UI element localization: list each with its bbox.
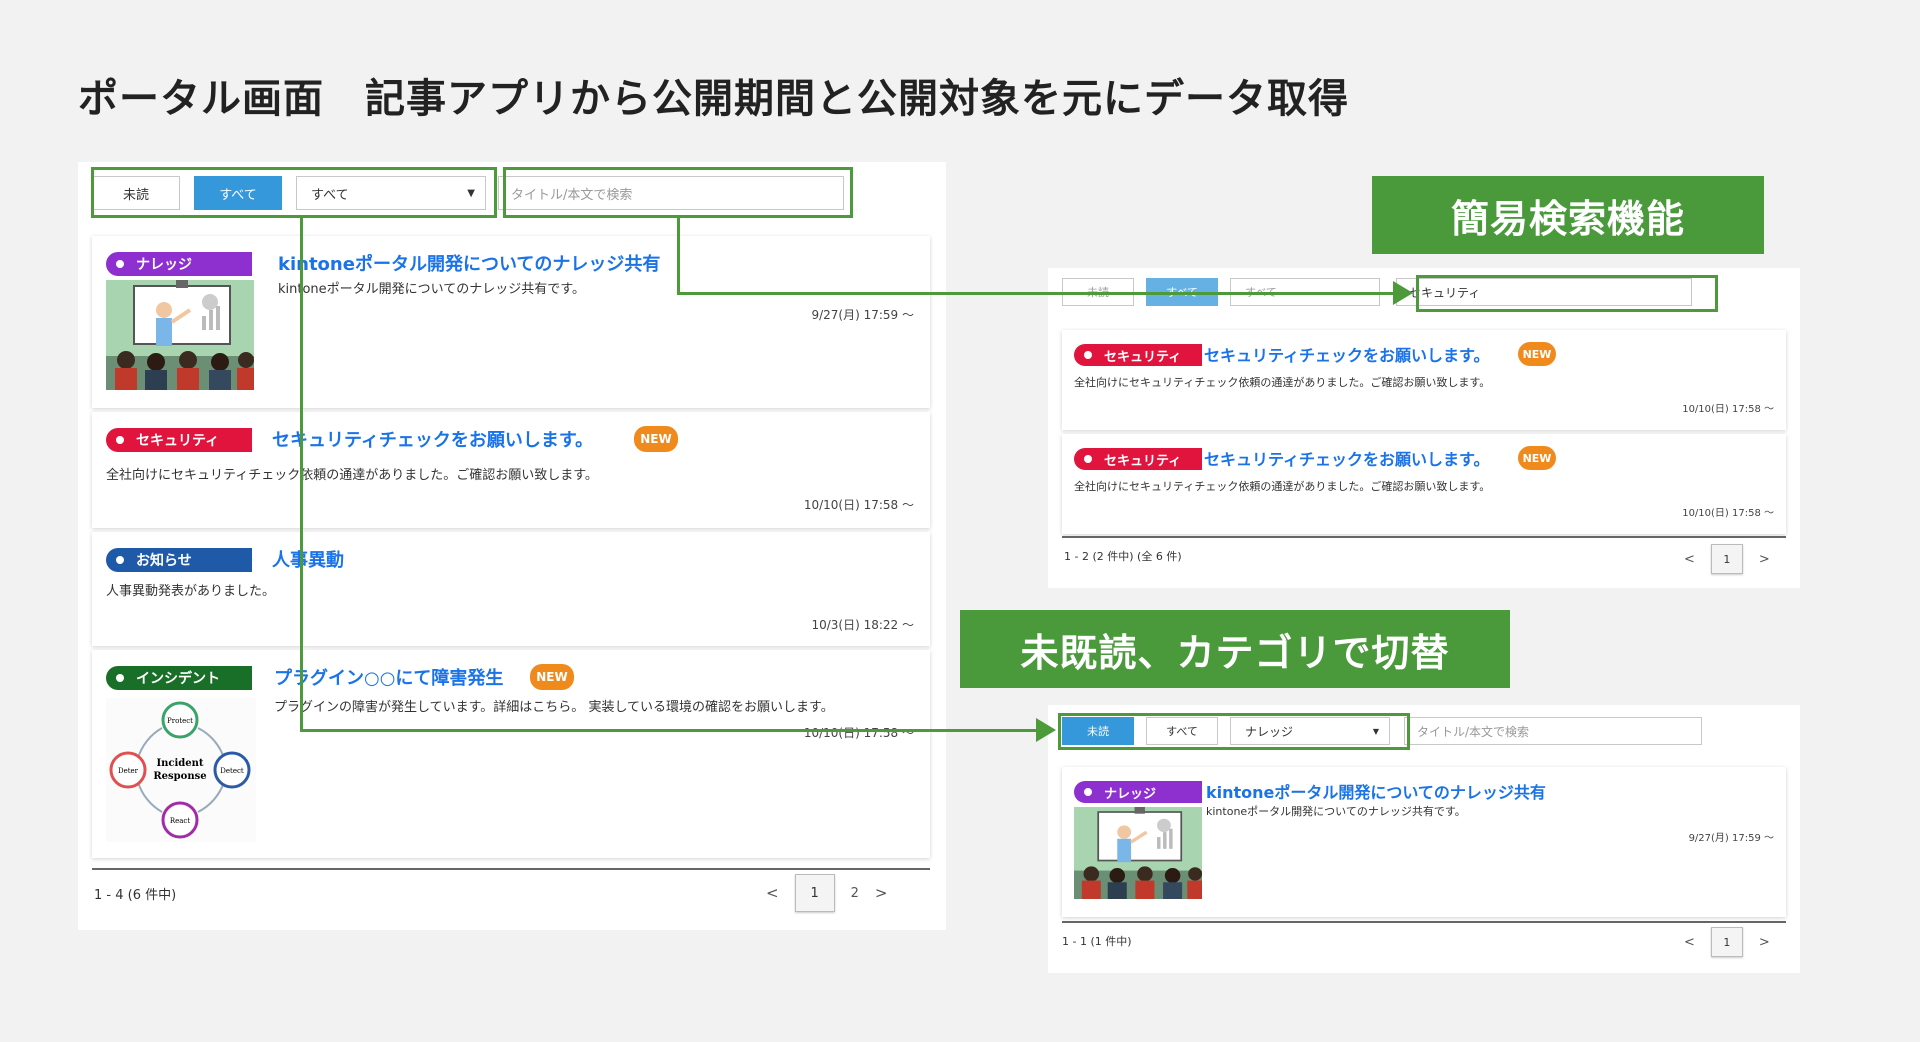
pagination-page-2[interactable]: 2 — [851, 886, 859, 901]
filter-highlight-box — [91, 167, 497, 218]
article-card[interactable]: お知らせ 人事異動 人事異動発表がありました。 10/3(日) 18:22 ～ — [92, 532, 930, 646]
article-card[interactable]: セキュリティ セキュリティチェックをお願いします。 NEW 全社向けにセキュリテ… — [1062, 330, 1786, 430]
pagination: < 1 > — [1684, 544, 1770, 574]
article-date: 10/10(日) 17:58 ～ — [1682, 404, 1774, 415]
article-title-link[interactable]: 人事異動 — [272, 546, 344, 572]
pagination-info: 1 - 4 (6 件中) — [94, 888, 177, 903]
new-badge: NEW — [634, 426, 678, 452]
category-badge: セキュリティ — [106, 428, 252, 452]
arrow-right-icon — [1036, 718, 1056, 742]
slide-title: ポータル画面 記事アプリから公開期間と公開対象を元にデータ取得 — [78, 76, 1349, 122]
diagram-center-label: Response — [153, 771, 206, 782]
portal-main-panel: 未読 すべて すべて ▼ タイトル/本文で検索 ナレッジ kintoneポータル… — [78, 162, 946, 930]
article-card[interactable]: セキュリティ セキュリティチェックをお願いします。 NEW 全社向けにセキュリテ… — [1062, 434, 1786, 534]
pagination-next-icon[interactable]: > — [1759, 935, 1770, 950]
pagination-next-icon[interactable]: > — [1759, 552, 1770, 567]
new-badge: NEW — [1518, 342, 1556, 366]
article-card[interactable]: セキュリティ セキュリティチェックをお願いします。 NEW 全社向けにセキュリテ… — [92, 412, 930, 528]
diagram-detect-label: Detect — [220, 767, 244, 775]
pagination-next-icon[interactable]: > — [875, 884, 888, 902]
article-date: 10/10(日) 17:58 ～ — [1682, 508, 1774, 519]
search-input[interactable]: タイトル/本文で検索 — [1404, 717, 1702, 745]
presentation-illustration — [106, 280, 254, 390]
article-card[interactable]: ナレッジ kintoneポータル開発についてのナレッジ共有 kintoneポータ… — [1062, 767, 1786, 917]
pagination-info: 1 - 1 (1 件中) — [1062, 935, 1132, 948]
divider — [1062, 536, 1786, 538]
presentation-illustration — [1074, 807, 1202, 899]
article-summary: 全社向けにセキュリティチェック依頼の通達がありました。ご確認お願い致します。 — [106, 468, 598, 483]
search-result-highlight-box — [1416, 275, 1718, 312]
article-date: 10/10(日) 17:58 ～ — [803, 498, 914, 512]
connector-line — [300, 218, 303, 731]
article-title-link[interactable]: kintoneポータル開発についてのナレッジ共有 — [1206, 779, 1546, 803]
search-feature-label: 簡易検索機能 — [1372, 176, 1764, 254]
article-title-link[interactable]: セキュリティチェックをお願いします。 — [1204, 342, 1489, 366]
article-date: 10/3(日) 18:22 ～ — [811, 618, 914, 632]
diagram-center-label: Incident — [156, 758, 203, 769]
divider — [92, 868, 930, 870]
divider — [1062, 921, 1786, 923]
pagination: < 1 > — [1684, 927, 1770, 957]
pagination: < 1 2 > — [766, 874, 887, 912]
article-summary: 人事異動発表がありました。 — [106, 584, 276, 599]
article-date: 10/10(日) 17:58 ～ — [803, 726, 914, 740]
article-date: 9/27(月) 17:59 ～ — [811, 308, 914, 322]
article-summary: 全社向けにセキュリティチェック依頼の通達がありました。ご確認お願い致します。 — [1074, 376, 1491, 389]
article-title-link[interactable]: プラグイン○○にて障害発生 — [274, 664, 503, 690]
pagination-current-page[interactable]: 1 — [1710, 544, 1743, 574]
incident-response-diagram: Protect Detect React Deter Incident Resp… — [106, 698, 256, 842]
article-title-link[interactable]: kintoneポータル開発についてのナレッジ共有 — [278, 250, 660, 276]
article-summary: kintoneポータル開発についてのナレッジ共有です。 — [1206, 805, 1466, 818]
article-summary: プラグインの障害が発生しています。詳細はこちら。 実装している環境の確認をお願い… — [274, 700, 834, 715]
pagination-info: 1 - 2 (2 件中) (全 6 件) — [1064, 550, 1182, 563]
pagination-prev-icon[interactable]: < — [766, 884, 779, 902]
diagram-deter-label: Deter — [118, 767, 139, 775]
new-badge: NEW — [1518, 446, 1556, 470]
article-title-link[interactable]: セキュリティチェックをお願いします。 — [1204, 446, 1489, 470]
category-badge: セキュリティ — [1074, 344, 1202, 366]
article-summary: 全社向けにセキュリティチェック依頼の通達がありました。ご確認お願い致します。 — [1074, 480, 1491, 493]
category-badge: インシデント — [106, 666, 252, 690]
category-badge: ナレッジ — [106, 252, 252, 276]
connector-line — [300, 729, 1036, 732]
article-date: 9/27(月) 17:59 ～ — [1688, 833, 1774, 844]
connector-line — [677, 218, 680, 294]
diagram-react-label: React — [170, 817, 191, 825]
category-badge: ナレッジ — [1074, 781, 1202, 803]
filter-result-highlight-box — [1058, 713, 1410, 750]
filter-feature-label: 未既読、カテゴリで切替 — [960, 610, 1510, 688]
article-title-link[interactable]: セキュリティチェックをお願いします。 — [272, 426, 593, 452]
category-badge: お知らせ — [106, 548, 252, 572]
connector-line — [677, 292, 1393, 295]
pagination-prev-icon[interactable]: < — [1684, 552, 1695, 567]
search-result-panel: 未読 すべて すべて セキュリティ セキュリティ セキュリティチェックをお願いし… — [1048, 268, 1800, 588]
article-summary: kintoneポータル開発についてのナレッジ共有です。 — [278, 282, 585, 297]
pagination-current-page[interactable]: 1 — [1710, 927, 1743, 957]
pagination-current-page[interactable]: 1 — [794, 874, 835, 912]
category-badge: セキュリティ — [1074, 448, 1202, 470]
article-card[interactable]: ナレッジ kintoneポータル開発についてのナレッジ共有 kintoneポータ… — [92, 236, 930, 408]
article-card[interactable]: インシデント プラグイン○○にて障害発生 NEW プラグインの障害が発生していま… — [92, 650, 930, 858]
new-badge: NEW — [530, 664, 574, 690]
diagram-protect-label: Protect — [167, 717, 193, 725]
pagination-prev-icon[interactable]: < — [1684, 935, 1695, 950]
search-highlight-box — [503, 167, 853, 218]
arrow-right-icon — [1393, 281, 1413, 305]
